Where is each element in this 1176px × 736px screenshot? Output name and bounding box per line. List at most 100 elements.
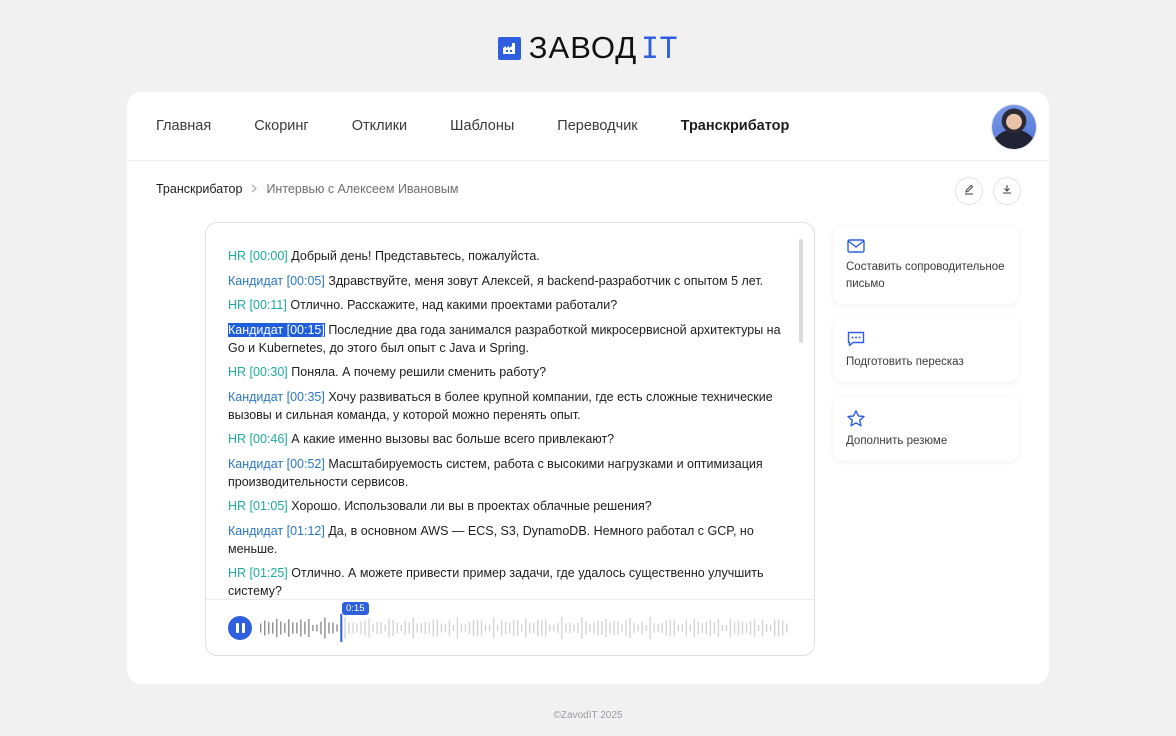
timestamp: [01:12]: [286, 523, 325, 538]
waveform-bar: [316, 624, 318, 632]
speaker-label[interactable]: HR [01:25]: [228, 566, 288, 580]
waveform-bar: [432, 619, 435, 637]
transcript-line[interactable]: Кандидат [00:52] Масштабируемость систем…: [228, 455, 788, 491]
waveform-bar: [480, 620, 483, 636]
transcript-line[interactable]: HR [00:46] А какие именно вызовы вас бол…: [228, 430, 788, 448]
transcript-line[interactable]: HR [00:00] Добрый день! Представьтесь, п…: [228, 247, 788, 265]
waveform-bar: [344, 616, 346, 640]
breadcrumb-root[interactable]: Транскрибатор: [156, 182, 242, 196]
speaker-label[interactable]: Кандидат [01:12]: [228, 524, 325, 538]
waveform-bar: [364, 620, 366, 636]
nav-item[interactable]: Отклики: [352, 118, 407, 134]
waveform-bar: [468, 621, 471, 635]
transcript-line[interactable]: Кандидат [00:05] Здравствуйте, меня зову…: [228, 272, 788, 290]
waveform-bar: [705, 621, 708, 635]
action-summary[interactable]: Подготовить пересказ: [833, 318, 1019, 382]
speaker-label[interactable]: Кандидат [00:52]: [228, 457, 325, 471]
transcript-line[interactable]: Кандидат [00:35] Хочу развиваться в боле…: [228, 388, 788, 424]
speaker-label[interactable]: HR [00:46]: [228, 432, 288, 446]
speaker-name: Кандидат: [228, 322, 284, 337]
waveform-bar: [709, 619, 712, 637]
waveform-bar: [533, 623, 535, 633]
waveform-bar: [749, 621, 752, 635]
waveform-bar: [328, 622, 330, 634]
waveform-bar: [649, 616, 651, 640]
waveform[interactable]: [260, 612, 790, 644]
action-resume[interactable]: Дополнить резюме: [833, 397, 1019, 461]
waveform-bar: [673, 619, 675, 637]
waveform-bar: [288, 619, 290, 637]
waveform-bar: [380, 622, 382, 634]
action-cover-letter[interactable]: Составить сопроводительное письмо: [833, 226, 1019, 304]
action-label: Составить сопроводительное письмо: [846, 261, 1005, 290]
edit-button[interactable]: [955, 177, 983, 205]
speaker-label[interactable]: HR [01:05]: [228, 499, 288, 513]
waveform-bar: [452, 624, 455, 632]
waveform-bar: [601, 621, 603, 635]
footer-copyright: ©ZavodIT 2025: [553, 710, 623, 721]
nav-item[interactable]: Скоринг: [254, 118, 309, 134]
transcript-line[interactable]: HR [00:30] Поняла. А почему решили смени…: [228, 363, 788, 381]
nav-item[interactable]: Переводчик: [557, 118, 637, 134]
transcript-line[interactable]: Кандидат [00:15] Последние два года зани…: [228, 321, 788, 357]
waveform-bar: [296, 622, 298, 634]
speaker-label[interactable]: HR [00:30]: [228, 365, 288, 379]
waveform-bar: [777, 619, 780, 637]
transcript-line[interactable]: Кандидат [01:12] Да, в основном AWS — EC…: [228, 522, 788, 558]
speaker-label[interactable]: HR [00:00]: [228, 249, 288, 263]
waveform-bar: [661, 623, 663, 633]
speaker-name: Кандидат: [228, 523, 284, 538]
waveform-bar: [681, 624, 683, 632]
waveform-bar: [525, 618, 527, 638]
waveform-bar: [753, 619, 756, 637]
waveform-bar: [372, 624, 374, 632]
utterance-text: Отлично. А можете привести пример задачи…: [228, 566, 764, 598]
timestamp: [00:00]: [249, 249, 288, 263]
transcript-line[interactable]: HR [01:25] Отлично. А можете привести пр…: [228, 564, 788, 600]
waveform-bar: [541, 620, 543, 636]
brand-name: ЗАВОД: [528, 30, 638, 65]
waveform-bar: [677, 624, 679, 632]
breadcrumb: Транскрибатор Интервью с Алексеем Иванов…: [156, 182, 458, 196]
download-button[interactable]: [993, 177, 1021, 205]
speaker-label[interactable]: HR [00:11]: [228, 298, 287, 312]
speaker-label[interactable]: Кандидат [00:15]: [228, 322, 325, 337]
playhead[interactable]: [340, 614, 343, 642]
waveform-bar: [657, 623, 659, 633]
breadcrumb-current: Интервью с Алексеем Ивановым: [266, 182, 459, 196]
waveform-bar: [653, 623, 655, 633]
waveform-bar: [609, 622, 611, 634]
waveform-bar: [448, 620, 451, 636]
avatar[interactable]: [991, 104, 1037, 150]
waveform-bar: [500, 620, 503, 636]
waveform-bar: [412, 617, 414, 639]
waveform-bar: [260, 623, 262, 633]
waveform-bar: [416, 623, 418, 633]
nav-item[interactable]: Транскрибатор: [681, 118, 790, 134]
utterance-text: Поняла. А почему решили сменить работу?: [291, 365, 547, 379]
speaker-name: HR: [228, 365, 247, 379]
waveform-bar: [348, 622, 350, 634]
timestamp: [00:05]: [286, 273, 325, 288]
waveform-bar: [569, 622, 571, 634]
waveform-bar: [561, 616, 563, 640]
waveform-bar: [665, 620, 667, 636]
scrollbar[interactable]: [799, 239, 803, 343]
nav-item[interactable]: Шаблоны: [450, 118, 514, 134]
speaker-label[interactable]: Кандидат [00:35]: [228, 390, 325, 404]
mail-icon: [846, 238, 866, 259]
waveform-bar: [424, 621, 427, 635]
transcript-line[interactable]: HR [00:11] Отлично. Расскажите, над каки…: [228, 296, 788, 314]
waveform-bar: [641, 621, 643, 635]
waveform-bar: [320, 621, 322, 635]
pause-button[interactable]: [228, 616, 252, 640]
speaker-label[interactable]: Кандидат [00:05]: [228, 274, 325, 288]
waveform-bar: [284, 623, 286, 633]
waveform-bar: [512, 619, 515, 637]
brand-logo[interactable]: ЗАВОД IT: [0, 30, 1176, 66]
nav-item[interactable]: Главная: [156, 118, 211, 134]
transcript-line[interactable]: HR [01:05] Хорошо. Использовали ли вы в …: [228, 497, 788, 515]
waveform-bar: [304, 621, 306, 635]
waveform-bar: [721, 624, 724, 632]
waveform-bar: [332, 622, 334, 634]
